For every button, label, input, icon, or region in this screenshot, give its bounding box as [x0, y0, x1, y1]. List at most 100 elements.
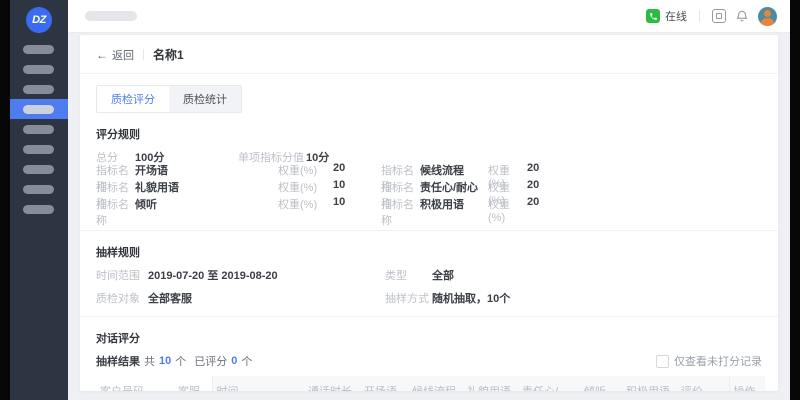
sidebar-item-skeleton [23, 65, 54, 74]
left-black-edge [0, 0, 10, 400]
app-window: DZ 在线 [0, 0, 800, 400]
sidebar-item-3[interactable] [10, 79, 68, 99]
sidebar-item-skeleton [23, 145, 54, 154]
sidebar-item-8[interactable] [10, 179, 68, 199]
col-customer-no: 客户号码 [96, 376, 174, 391]
indicator-row: 指标名称 倾听 权重(%) 10 指标名称 积极用语 权重(%) 20 [96, 203, 762, 220]
sidebar-item-skeleton [23, 105, 54, 114]
sidebar-item-5[interactable] [10, 119, 68, 139]
method-label: 抽样方式 [385, 290, 432, 306]
col-opening: 开场语 [360, 376, 408, 391]
weight-value: 20 [527, 196, 539, 228]
weight-value: 10 [333, 196, 345, 228]
col-evaluation: 评价 [677, 376, 729, 391]
section-divider [80, 230, 778, 231]
app-logo[interactable]: DZ [26, 7, 52, 33]
workbench-icon[interactable] [712, 9, 726, 23]
online-status[interactable]: 在线 [646, 8, 687, 24]
col-operation: 操作 [729, 376, 765, 391]
topbar: 在线 [68, 0, 790, 33]
col-time: 时间 [212, 376, 304, 391]
filter-label: 仅查看未打分记录 [674, 353, 762, 369]
sampling-cell: 类型 全部 [385, 267, 454, 283]
dialog-scoring-title: 对话评分 [96, 330, 762, 346]
section-divider [80, 316, 778, 317]
indicator-name-label: 指标名称 [96, 196, 135, 228]
indicator-grid: 指标名称 开场语 权重(%) 20 指标名称 候线流程 权重(%) 20 [96, 169, 762, 220]
topbar-divider [699, 10, 700, 22]
back-label: 返回 [112, 47, 134, 63]
scored-count: 0 [231, 355, 237, 367]
avatar-body [761, 18, 774, 26]
indicator-name-value: 积极用语 [420, 196, 488, 228]
indicator-cell: 指标名称 倾听 权重(%) 10 [96, 196, 381, 228]
sampling-cell: 时间范围 2019-07-20 至 2019-08-20 [96, 267, 385, 283]
topbar-skeleton [85, 11, 137, 21]
indicator-cell: 指标名称 积极用语 权重(%) 20 [381, 196, 762, 228]
type-label: 类型 [385, 267, 432, 283]
method-value: 随机抽取，10个 [432, 290, 510, 306]
sampling-row: 质检对象 全部客服 抽样方式 随机抽取，10个 [96, 290, 762, 306]
sidebar-item-skeleton [23, 205, 54, 214]
user-avatar[interactable] [758, 7, 777, 26]
unscored-filter[interactable]: 仅查看未打分记录 [656, 353, 762, 369]
header-divider [143, 49, 144, 60]
weight-label: 权重(%) [278, 196, 333, 228]
right-black-edge [790, 0, 800, 400]
sampling-row: 时间范围 2019-07-20 至 2019-08-20 类型 全部 [96, 267, 762, 283]
col-call-duration: 通话时长 [304, 376, 360, 391]
indicator-name-value: 倾听 [135, 196, 278, 228]
bell-icon[interactable] [735, 9, 749, 23]
col-agent: 客服 [174, 376, 212, 391]
scoring-rules-title: 评分规则 [96, 126, 762, 142]
total-prefix: 共 [144, 353, 155, 369]
table-header-row: 客户号码 客服 时间 通话时长 开场语 候线流程 礼貌用语 责任心/耐心 倾听 … [96, 376, 765, 391]
total-unit: 个 [175, 353, 186, 369]
phone-icon [646, 9, 660, 23]
dialog-scoring-table: 客户号码 客服 时间 通话时长 开场语 候线流程 礼貌用语 责任心/耐心 倾听 … [96, 376, 765, 391]
avatar-head [764, 10, 771, 17]
col-line-process: 候线流程 [408, 376, 463, 391]
online-label: 在线 [665, 8, 687, 24]
time-range-label: 时间范围 [96, 267, 148, 283]
type-value: 全部 [432, 267, 454, 283]
summary-label: 抽样结果 [96, 353, 140, 369]
main-area: 在线 ← 返回 [68, 0, 790, 400]
time-range-value: 2019-07-20 至 2019-08-20 [148, 267, 278, 283]
weight-label: 权重(%) [488, 196, 527, 228]
sidebar-item-skeleton [23, 125, 54, 134]
sampling-result-summary: 抽样结果 共 10 个 已评分 0 个 仅查看未打分记录 [96, 353, 762, 369]
back-button[interactable]: ← 返回 [96, 47, 134, 63]
tab-quality-stats[interactable]: 质检统计 [169, 86, 241, 112]
col-politeness: 礼貌用语 [463, 376, 518, 391]
sidebar-item-6[interactable] [10, 139, 68, 159]
workbench-icon-inner [716, 13, 722, 19]
sidebar-item-skeleton [23, 45, 54, 54]
sidebar-item-7[interactable] [10, 159, 68, 179]
target-value: 全部客服 [148, 290, 192, 306]
page-content: ← 返回 名称1 质检评分 质检统计 评分规则 总分 100分 单项指标分值 1… [68, 33, 790, 400]
tab-group: 质检评分 质检统计 [96, 85, 242, 113]
checkbox-icon[interactable] [656, 355, 669, 368]
detail-card: ← 返回 名称1 质检评分 质检统计 评分规则 总分 100分 单项指标分值 1… [80, 35, 778, 391]
indicator-name-label: 指标名称 [381, 196, 420, 228]
sidebar-item-2[interactable] [10, 59, 68, 79]
sampling-cell: 质检对象 全部客服 [96, 290, 385, 306]
card-header: ← 返回 名称1 [80, 35, 778, 74]
sidebar-item-1[interactable] [10, 39, 68, 59]
sidebar-item-4-active[interactable] [10, 99, 68, 119]
sidebar-item-skeleton [23, 165, 54, 174]
col-responsibility: 责任心/耐心 [518, 376, 580, 391]
sidebar-item-skeleton [23, 85, 54, 94]
tab-quality-scoring[interactable]: 质检评分 [97, 86, 169, 112]
topbar-actions: 在线 [646, 7, 777, 26]
back-arrow-icon: ← [96, 49, 108, 61]
sidebar-item-9[interactable] [10, 199, 68, 219]
col-positive-words: 积极用语 [622, 376, 677, 391]
sampling-cell: 抽样方式 随机抽取，10个 [385, 290, 510, 306]
target-label: 质检对象 [96, 290, 148, 306]
sampling-rules-title: 抽样规则 [96, 244, 762, 260]
scored-unit: 个 [241, 353, 252, 369]
sidebar: DZ [10, 0, 68, 400]
col-listening: 倾听 [580, 376, 622, 391]
